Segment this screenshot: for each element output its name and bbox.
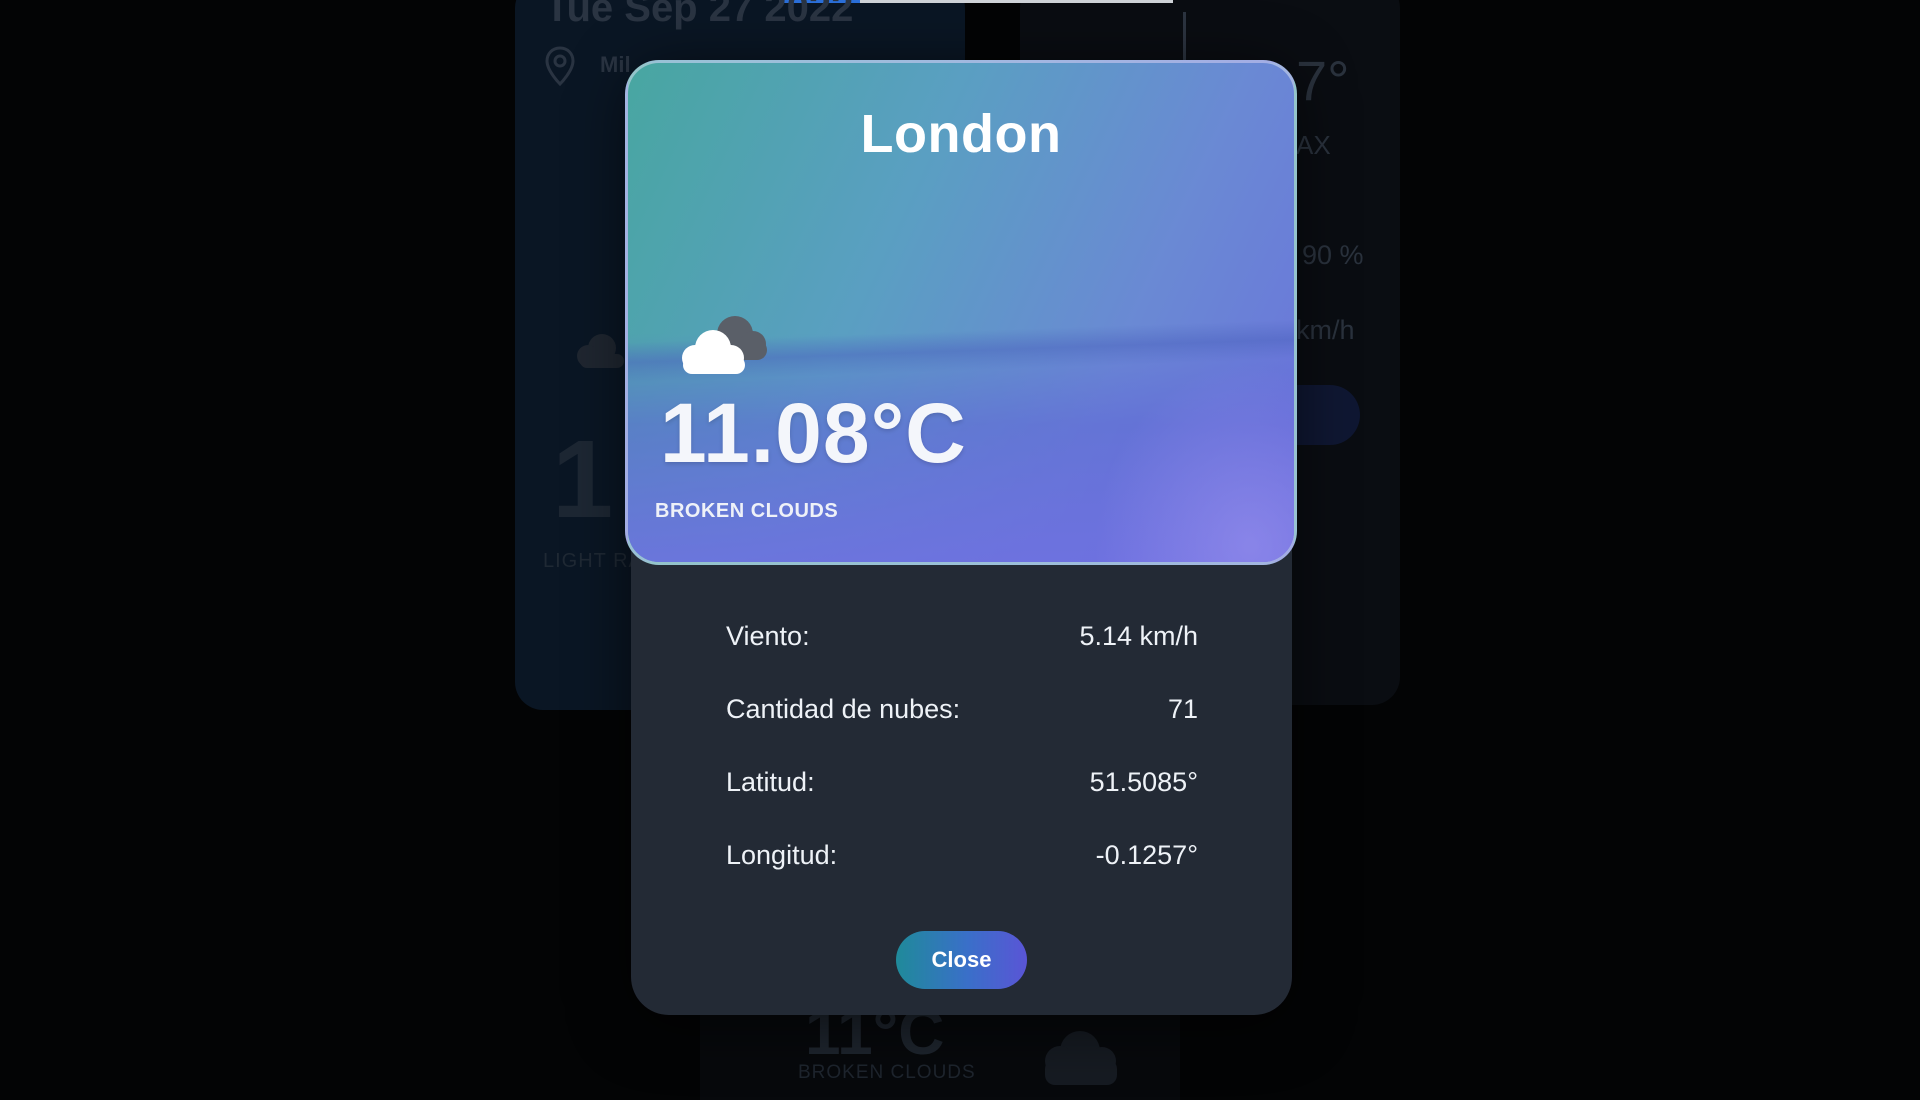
background-humidity: 90 % [1302,240,1364,270]
forecast-description: BROKEN CLOUDS [798,1062,976,1083]
city-hero-card: London 11.08°C BROKEN CLOUDS [625,60,1297,565]
forecast-cloud-icon [1045,1031,1117,1085]
stat-row-longitude: Longitud: -0.1257° [726,819,1198,892]
cloud-icon [682,316,767,374]
stat-value: 5.14 km/h [1079,621,1198,651]
weather-stats-list: Viento: 5.14 km/h Cantidad de nubes: 71 … [726,600,1198,892]
stat-row-wind: Viento: 5.14 km/h [726,600,1198,673]
stat-value: 71 [1167,694,1198,724]
background-wind: km/h [1296,315,1355,345]
stat-label: Viento: [726,621,810,651]
close-button[interactable]: Close [896,931,1027,989]
hero-shore [1094,363,1294,562]
current-temperature: 11.08°C [660,386,967,480]
location-pin-icon [545,46,575,86]
stat-label: Latitud: [726,767,815,797]
background-date: Tue Sep 27 2022 [545,0,854,30]
stat-row-latitude: Latitud: 51.5085° [726,746,1198,819]
stat-label: Longitud: [726,840,838,870]
background-location: Mil [600,52,631,77]
city-name: London [860,104,1062,164]
background-side-max: AX [1296,130,1331,160]
stat-row-clouds: Cantidad de nubes: 71 [726,673,1198,746]
stat-value: 51.5085° [1089,767,1198,797]
weather-description: BROKEN CLOUDS [655,500,839,522]
background-side-temp: 7° [1296,49,1350,112]
cloud-icon [577,334,624,368]
divider [1183,12,1186,60]
stat-label: Cantidad de nubes: [726,694,961,724]
background-temperature: 1 [552,418,614,541]
stat-value: -0.1257° [1095,840,1198,870]
